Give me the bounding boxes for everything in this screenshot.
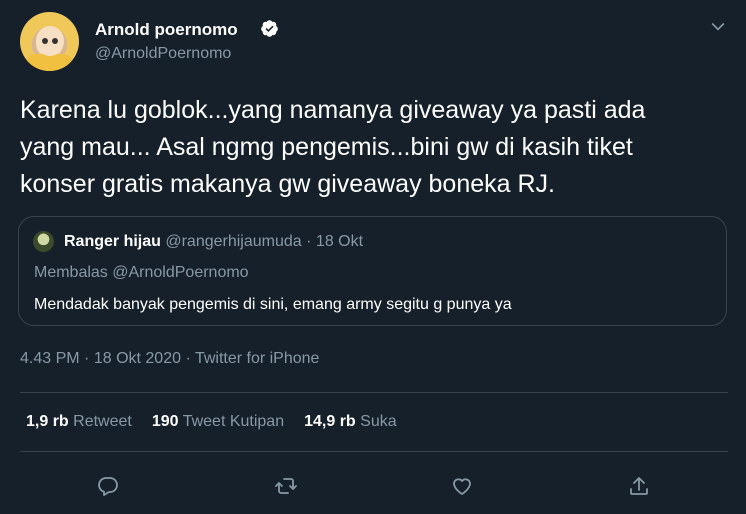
author-name[interactable]: Arnold poernomo (95, 20, 238, 40)
author-avatar[interactable] (20, 12, 79, 71)
retweets-label: Retweet (73, 413, 132, 430)
retweets-stat[interactable]: 1,9 rb Retweet (26, 413, 132, 431)
divider (20, 392, 728, 393)
chevron-down-icon[interactable] (708, 16, 728, 36)
quoted-tweet-date: 18 Okt (315, 233, 364, 250)
quoted-tweet-text: Mendadak banyak pengemis di sini, emang … (34, 296, 512, 313)
tweet-date[interactable]: 18 Okt 2020 (94, 350, 181, 367)
tweet-text-line: yang mau... Asal ngmg pengemis...bini gw… (20, 133, 633, 161)
verified-badge-icon (261, 20, 278, 37)
quoted-author-avatar (33, 231, 54, 252)
likes-count: 14,9 rb (304, 413, 356, 430)
separator-dot: · (84, 350, 90, 367)
avatar-eye (42, 38, 48, 44)
tweet-text: Karena lu goblok...yang namanya giveaway… (20, 92, 730, 203)
separator-dot: · (185, 350, 191, 367)
reply-button[interactable] (94, 472, 122, 500)
likes-stat[interactable]: 14,9 rb Suka (304, 413, 397, 431)
quote-tweets-label: Tweet Kutipan (182, 413, 285, 430)
quote-tweets-stat[interactable]: 190 Tweet Kutipan (152, 413, 284, 431)
quoted-tweet-header: Ranger hijau @rangerhijaumuda · 18 Okt (64, 233, 363, 251)
separator-dot: · (306, 233, 312, 250)
share-icon (630, 477, 648, 495)
quoted-author-handle: @rangerhijaumuda (165, 233, 302, 250)
retweets-count: 1,9 rb (26, 413, 69, 430)
likes-label: Suka (360, 413, 397, 430)
quoted-tweet[interactable]: Ranger hijau @rangerhijaumuda · 18 Okt M… (18, 216, 727, 326)
divider (20, 451, 728, 452)
quote-tweets-count: 190 (151, 413, 179, 430)
avatar-shirt (26, 54, 73, 71)
share-button[interactable] (625, 472, 653, 500)
quoted-author-name: Ranger hijau (64, 233, 161, 250)
heart-icon (453, 478, 471, 495)
retweet-button[interactable] (272, 472, 300, 500)
avatar-face (36, 26, 64, 56)
avatar-eye (52, 38, 58, 44)
like-button[interactable] (448, 472, 476, 500)
reply-icon (98, 477, 118, 496)
tweet-text-line: Karena lu goblok...yang namanya giveaway… (20, 96, 646, 124)
author-handle[interactable]: @ArnoldPoernomo (95, 45, 231, 63)
tweet-time[interactable]: 4.43 PM (20, 350, 80, 367)
tweet-source[interactable]: Twitter for iPhone (195, 350, 320, 367)
quoted-reply-to: Membalas @ArnoldPoernomo (34, 264, 249, 281)
tweet-stats: 1,9 rb Retweet 190 Tweet Kutipan 14,9 rb… (26, 413, 417, 431)
tweet-text-line: konser gratis makanya gw giveaway boneka… (20, 170, 555, 198)
tweet-meta: 4.43 PM · 18 Okt 2020 · Twitter for iPho… (20, 350, 319, 368)
retweet-icon (275, 478, 297, 494)
